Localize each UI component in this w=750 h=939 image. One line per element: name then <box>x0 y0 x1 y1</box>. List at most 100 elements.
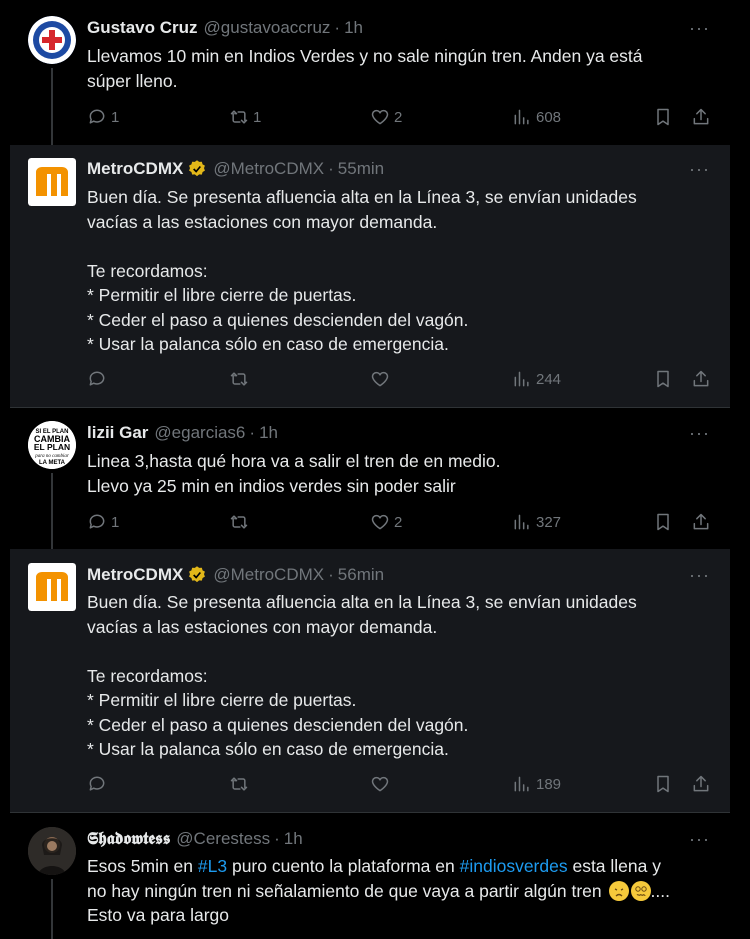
tweet-gustavo[interactable]: Gustavo Cruz @gustavoaccruz · 1h ··· Lle… <box>10 0 730 145</box>
tweet-text-line: súper lleno. <box>87 70 178 91</box>
bookmark-button[interactable] <box>653 107 673 127</box>
tweet-text-line: * Ceder el paso a quienes descienden del… <box>87 714 469 735</box>
reply-icon <box>89 776 105 791</box>
thread-line <box>51 879 53 939</box>
author-name[interactable]: MetroCDMX <box>87 565 183 585</box>
bookmark-button[interactable] <box>653 774 673 794</box>
verified-badge-icon <box>187 159 207 179</box>
retweet-icon <box>230 515 248 529</box>
more-options-icon[interactable]: ··· <box>689 423 710 444</box>
tweet-text: Llevamos 10 min en Indios Verdes y no sa… <box>87 44 717 93</box>
author-handle[interactable]: @gustavoaccruz <box>204 18 331 38</box>
avatar-photo-image <box>28 827 76 875</box>
separator: · <box>249 423 256 442</box>
views-button[interactable]: 608 <box>512 107 561 127</box>
share-icon <box>693 370 709 387</box>
avatar-lizii[interactable]: SI EL PLAN CAMBIA EL PLAN para no cambia… <box>28 421 76 469</box>
hashtag-link-l3[interactable]: #L3 <box>198 856 227 876</box>
tweet-text-line <box>87 639 717 664</box>
tweet-text-line: * Permitir el libre cierre de puertas. <box>87 285 357 305</box>
author-handle[interactable]: @MetroCDMX <box>213 565 324 585</box>
retweet-button[interactable] <box>229 512 249 532</box>
author-name[interactable]: MetroCDMX <box>87 159 183 179</box>
like-count: 2 <box>394 513 403 531</box>
tweet-text-line: Llevo ya 25 min en indios verdes sin pod… <box>87 475 456 496</box>
share-button[interactable] <box>691 369 711 389</box>
tweet-text-line: vacías a las estaciones con mayor demand… <box>87 616 438 637</box>
author-handle[interactable]: @Cerestess <box>176 829 270 849</box>
like-button[interactable]: 2 <box>370 512 402 532</box>
like-button[interactable]: 2 <box>370 107 402 127</box>
avatar-shadowtess[interactable] <box>28 827 76 875</box>
bookmark-icon <box>657 775 669 793</box>
avatar-metrocdmx[interactable] <box>28 158 76 206</box>
tweet-shadowtess[interactable]: 𝕾𝖍𝖆𝖉𝖔𝖜𝖙𝖊𝖘𝖘 @Cerestess · 1h ··· Esos 5min… <box>10 813 730 939</box>
retweet-icon <box>230 777 248 791</box>
author-name[interactable]: lizii Gar <box>87 423 148 443</box>
share-button[interactable] <box>691 107 711 127</box>
views-count: 189 <box>536 775 562 793</box>
tweet-text: Esos 5min en #L3 puro cuento la platafor… <box>87 854 717 928</box>
like-button[interactable] <box>370 774 390 794</box>
tweet-text: Buen día. Se presenta afluencia alta en … <box>87 590 717 762</box>
retweet-icon <box>230 372 248 386</box>
timestamp[interactable]: 1h <box>259 423 278 443</box>
timestamp[interactable]: 1h <box>344 18 363 38</box>
views-chart-icon <box>514 514 529 530</box>
metro-logo-icon <box>28 158 76 206</box>
bookmark-icon <box>657 370 669 388</box>
tweet-text-line: * Ceder el paso a quienes descienden del… <box>87 309 469 330</box>
views-count: 244 <box>536 370 562 388</box>
tweet-lizii[interactable]: SI EL PLAN CAMBIA EL PLAN para no cambia… <box>10 408 730 549</box>
author-handle[interactable]: @egarcias6 <box>154 423 245 443</box>
hashtag-link-indiosverdes[interactable]: #indiosverdes <box>460 856 568 876</box>
bookmark-button[interactable] <box>653 512 673 532</box>
reply-button[interactable] <box>87 774 107 794</box>
tweet-metro-reply-1[interactable]: MetroCDMX @MetroCDMX · 55min ··· Buen dí… <box>10 145 730 407</box>
text-segment: Esos 5min en <box>87 856 198 876</box>
avatar-gustavo[interactable] <box>28 16 76 64</box>
avatar-metrocdmx[interactable] <box>28 563 76 611</box>
separator: · <box>334 18 341 37</box>
tweet-actions: 1 2 327 <box>87 512 717 536</box>
retweet-button[interactable] <box>229 774 249 794</box>
tweet-actions: 244 <box>87 369 717 393</box>
bookmark-button[interactable] <box>653 369 673 389</box>
author-handle[interactable]: @MetroCDMX <box>213 159 324 179</box>
tweet-text-line: Esos 5min en #L3 puro cuento la platafor… <box>87 854 717 879</box>
retweet-count: 1 <box>253 108 262 126</box>
more-options-icon[interactable]: ··· <box>689 159 710 180</box>
views-chart-icon <box>514 776 529 792</box>
tweet-header: MetroCDMX @MetroCDMX · 56min <box>87 565 384 585</box>
reply-button[interactable]: 1 <box>87 107 119 127</box>
more-options-icon[interactable]: ··· <box>689 18 710 39</box>
retweet-button[interactable] <box>229 369 249 389</box>
views-button[interactable]: 244 <box>512 369 561 389</box>
share-button[interactable] <box>691 774 711 794</box>
avatar-text-image: SI EL PLAN CAMBIA EL PLAN para no cambia… <box>28 421 76 469</box>
more-options-icon[interactable]: ··· <box>689 829 710 850</box>
author-name[interactable]: 𝕾𝖍𝖆𝖉𝖔𝖜𝖙𝖊𝖘𝖘 <box>87 829 170 849</box>
timestamp[interactable]: 55min <box>338 159 384 179</box>
author-name[interactable]: Gustavo Cruz <box>87 18 198 38</box>
timestamp[interactable]: 56min <box>338 565 384 585</box>
views-button[interactable]: 189 <box>512 774 561 794</box>
timestamp[interactable]: 1h <box>284 829 303 849</box>
retweet-icon <box>230 110 248 124</box>
views-chart-icon <box>514 109 529 125</box>
reply-button[interactable] <box>87 369 107 389</box>
heart-icon <box>371 514 389 530</box>
views-button[interactable]: 327 <box>512 512 561 532</box>
more-options-icon[interactable]: ··· <box>689 565 710 586</box>
share-icon <box>693 108 709 125</box>
heart-icon <box>371 776 389 792</box>
tweet-text-line: Buen día. Se presenta afluencia alta en … <box>87 592 637 612</box>
tweet-text-line: Buen día. Se presenta afluencia alta en … <box>87 187 637 207</box>
reply-button[interactable]: 1 <box>87 512 119 532</box>
retweet-button[interactable]: 1 <box>229 107 261 127</box>
share-button[interactable] <box>691 512 711 532</box>
views-count: 327 <box>536 513 562 531</box>
like-button[interactable] <box>370 369 390 389</box>
thread-line <box>51 473 53 549</box>
tweet-metro-reply-2[interactable]: MetroCDMX @MetroCDMX · 56min ··· Buen dí… <box>10 549 730 812</box>
